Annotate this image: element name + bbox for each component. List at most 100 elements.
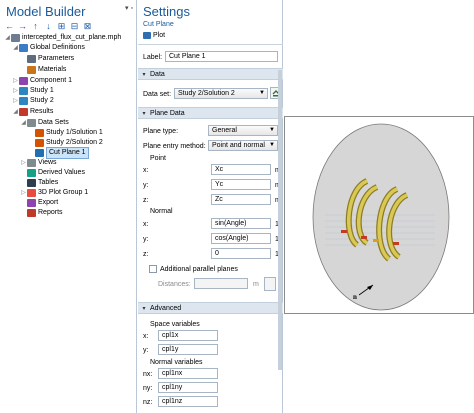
tables-icon [27,179,36,187]
tree-item[interactable]: ▷ Study 1 [12,86,54,96]
reports-icon [27,209,36,217]
tree-item[interactable]: ◢ Data Sets [20,118,69,128]
collapse-icon: ▾ [142,71,146,78]
space-vars-input[interactable]: cpl1y [158,344,218,355]
expand-toggle-icon[interactable]: ▷ [12,96,19,106]
settings-scrollbar[interactable] [278,70,282,370]
tree-item[interactable]: ▷ Views [20,158,57,168]
section-advanced[interactable]: ▾ Advanced [138,302,283,314]
show-icon[interactable]: ⊞ [56,21,67,32]
plot-group-icon [27,189,36,197]
collapse-icon[interactable]: ⊟ [69,21,80,32]
tree-item-label: Results [30,108,54,115]
normal-input[interactable]: sin(Angle) [211,218,271,229]
data-set-label: Data set: [143,91,172,98]
settings-title: Settings [143,4,190,19]
space-vars-input[interactable]: cpl1x [158,330,218,341]
range-button[interactable] [264,277,276,291]
tree-item-label: Views [38,159,57,166]
tree-item[interactable]: Derived Values [20,168,85,178]
plot-icon [143,32,151,39]
expand-toggle-icon[interactable]: ◢ [4,33,11,43]
chevron-down-icon: ▼ [269,142,275,148]
axis-label: y: [143,182,149,189]
section-advanced-label: Advanced [150,304,182,312]
distances-input[interactable] [194,278,248,289]
axis-label: x: [143,221,149,228]
expand-toggle-icon[interactable]: ◢ [20,118,27,128]
tree-item[interactable]: Study 1/Solution 1 [28,128,103,138]
plane-entry-select[interactable]: Point and normal ▼ [208,140,278,151]
tree-item[interactable]: Export [20,198,58,208]
additional-planes-checkbox[interactable] [149,265,157,273]
tree-item[interactable]: ▷ Study 2 [12,96,54,106]
point-group-label: Point [150,155,166,162]
plane-entry-label: Plane entry method: [143,143,206,150]
expand-toggle-icon[interactable]: ▷ [12,86,19,96]
tree-item-label: Reports [38,209,63,216]
normal-variables-label: Normal variables [150,359,203,366]
expand-toggle-icon[interactable]: ▷ [20,158,27,168]
plane-entry-value: Point and normal [212,142,265,149]
plot-button[interactable]: Plot [143,32,165,39]
tree-item-label: Study 2 [30,97,54,104]
arrow-left-icon[interactable]: ← [4,21,15,32]
tree-item[interactable]: ◢ Results [12,107,53,117]
tree-item[interactable]: ▷ 3D Plot Group 1 [20,188,88,198]
axis-label: ny: [143,385,153,392]
component-icon [19,77,28,85]
model-builder-toolbar: ← → ↑ ↓ ⊞ ⊟ ⊠ [4,20,93,32]
plane-type-label: Plane type: [143,128,179,135]
normal-group-label: Normal [150,208,173,215]
tree-item[interactable]: Cut Plane 1 [28,147,89,159]
tree-item-label: Study 1 [30,87,54,94]
panel-menu-controls[interactable]: ▾ ▫ [125,4,133,12]
axis-label: y: [143,347,149,354]
normal-input[interactable]: 0 [211,248,271,259]
materials-icon [27,66,36,74]
tree-item[interactable]: Materials [20,65,66,75]
point-input[interactable]: Xc [211,164,271,175]
normal-input[interactable]: cos(Angle) [211,233,271,244]
arrow-right-icon[interactable]: → [17,21,28,32]
graphics-window[interactable]: n [284,116,474,314]
settings-panel: Settings Cut Plane Plot Label: Cut Plane… [138,0,283,413]
tree-item[interactable]: ◢ intercepted_flux_cut_plane.mph [4,33,121,43]
expand-icon[interactable]: ⊠ [82,21,93,32]
expand-toggle-icon[interactable]: ▷ [12,76,19,86]
tree-item-label: Component 1 [30,77,73,84]
normal-vars-input[interactable]: cpl1nz [158,396,218,407]
normal-vars-input[interactable]: cpl1nx [158,368,218,379]
expand-toggle-icon[interactable]: ▷ [20,188,27,198]
chevron-down-icon: ▼ [269,127,275,133]
tree-item[interactable]: Tables [20,178,58,188]
tree-item-label: Export [38,199,59,206]
expand-toggle-icon[interactable]: ◢ [12,107,19,117]
tree-item-label: Data Sets [38,119,69,126]
tree-item-label: Derived Values [38,169,85,176]
section-plane-data[interactable]: ▾ Plane Data [138,107,283,119]
tree-item[interactable]: Reports [20,208,63,218]
cut-plane-icon [35,149,44,157]
arrow-down-icon[interactable]: ↓ [43,21,54,32]
expand-toggle-icon[interactable]: ◢ [12,43,19,53]
collapse-icon: ▾ [142,110,146,117]
tree-item-label: Tables [38,179,59,186]
label-input[interactable]: Cut Plane 1 [165,51,278,62]
data-set-select[interactable]: Study 2/Solution 2 ▼ [174,88,268,99]
tree-item-label: Materials [38,66,67,73]
parameters-icon [27,55,36,63]
plane-type-value: General [212,127,237,134]
point-input[interactable]: Yc [211,179,271,190]
chevron-down-icon: ▼ [259,90,265,96]
section-data[interactable]: ▾ Data [138,68,283,80]
model-builder-title: Model Builder [6,4,86,19]
point-input[interactable]: Zc [211,194,271,205]
tree-item[interactable]: ▷ Component 1 [12,76,72,86]
divider [138,44,283,45]
arrow-up-icon[interactable]: ↑ [30,21,41,32]
tree-item[interactable]: Parameters [20,54,74,64]
normal-vars-input[interactable]: cpl1ny [158,382,218,393]
plane-type-select[interactable]: General ▼ [208,125,278,136]
tree-item[interactable]: ◢ Global Definitions [12,43,85,53]
